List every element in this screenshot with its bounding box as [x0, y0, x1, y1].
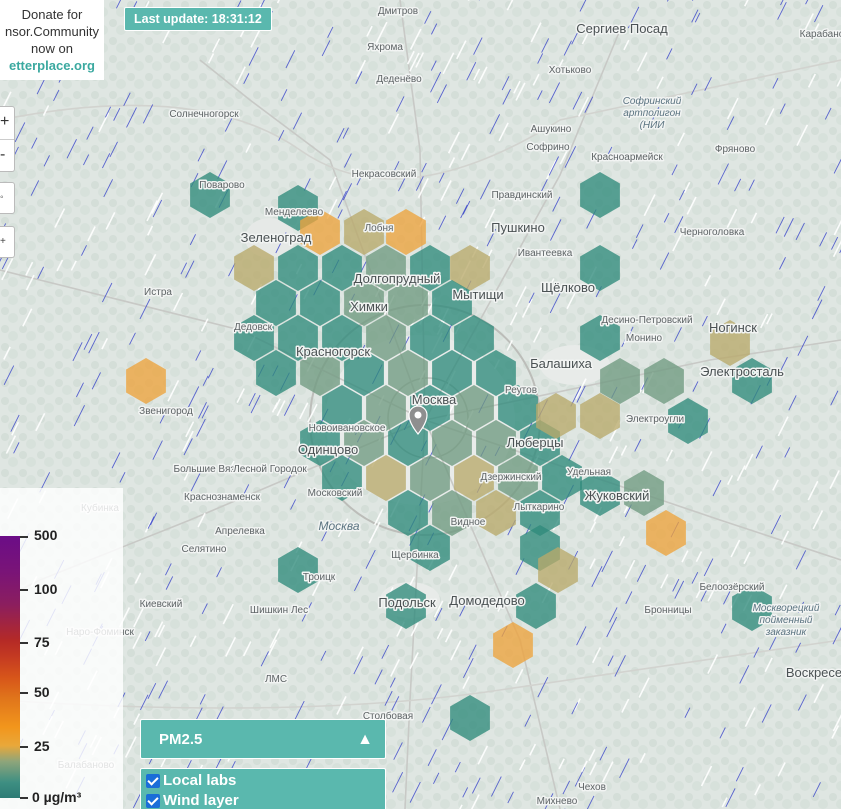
map-label-zvenigorod: Звенигород [139, 406, 193, 417]
legend-tick [20, 589, 28, 591]
donate-line3: now on [31, 41, 73, 56]
map-label-chekhov: Чехов [578, 782, 606, 793]
map-label-lyubertsy: Люберцы [507, 435, 564, 450]
map-label-shishkin-les: Шишкин Лес [250, 605, 308, 616]
legend-color-scale [0, 536, 20, 798]
map-label-khotkovo: Хотьково [549, 65, 592, 76]
map-label-dzerzhinsky: Дзержинский [480, 472, 541, 483]
map-label-podolsk: Подольск [378, 595, 436, 610]
plus-icon: + [0, 236, 6, 247]
legend-label-75: 75 [34, 634, 50, 650]
donate-line2: nsor.Community [5, 24, 99, 39]
map-label-lytkarino: Лыткарино [514, 502, 565, 513]
map-label-kievsky: Киевский [140, 599, 183, 610]
map-label-krasnoznamensk: Краснознаменск [184, 492, 261, 503]
map-label-ivanteevka: Ивантеевка [518, 248, 573, 259]
map-label-lms: ЛМС [265, 674, 287, 685]
map-label-elektrostal: Электросталь [700, 364, 784, 379]
map-label-nekrasovsky: Некрасовский [352, 169, 417, 180]
map-label-monino: Монино [626, 333, 663, 344]
map-label-dolgoprudny: Долгопрудный [354, 271, 441, 286]
map-label-istra: Истра [144, 287, 172, 298]
map-label-voskresensk: Воскресе [786, 665, 841, 680]
map-label-domodedovo: Домодедово [449, 593, 524, 608]
layers-panel: Local labs Wind layer [140, 768, 386, 809]
map-canvas[interactable]: Москва Дмитров Яхрома Деденёво Сергиев Посад… [0, 0, 841, 809]
map-label-dedovsk: Дедовск [234, 322, 273, 333]
map-label-moskovsky: Московский [308, 488, 363, 499]
map-label-aprelevka: Апрелевка [215, 526, 265, 537]
map-label-lobnya: Лобня [365, 222, 394, 234]
map-label-noginsk: Ногинск [709, 320, 757, 335]
legend-tick [20, 746, 28, 748]
zoom-out-button[interactable]: - [0, 139, 14, 172]
map-label-mendeleevo: Менделеево [265, 207, 324, 218]
map-label-mikhnevo: Михнево [537, 796, 578, 807]
map-label-ashukino: Ашукино [531, 124, 572, 135]
layer-local-labs[interactable]: Local labs [146, 771, 385, 791]
map-label-shcherbinka: Щербинка [391, 549, 439, 561]
donate-line1: Donate for [21, 7, 83, 22]
map-label-udelnaya: Удельная [567, 467, 611, 478]
map-label-lesnoy-gorodok: Лесной Городок [233, 464, 307, 475]
map-label-pushkino: Пушкино [491, 220, 545, 235]
map-label-vidnoe: Видное [451, 517, 486, 528]
map-label-balashikha: Балашиха [530, 356, 593, 371]
map-label-karabanovo: Карабано [800, 28, 841, 40]
map-label-zhukovsky: Жуковский [585, 488, 650, 503]
pm-type-value: PM2.5 [159, 731, 203, 748]
map-label-desino: Десино-Петровский [601, 315, 692, 326]
map-label-troitsk: Троицк [303, 572, 336, 583]
legend-tick [20, 797, 28, 799]
legend-tick [20, 536, 28, 538]
map-label-chernogolovka: Черноголовка [680, 227, 745, 238]
map-label-krasnoarmeysk: Красноармейск [591, 152, 663, 163]
map-label-moskva-river: Москва [318, 519, 359, 533]
wind-layer-label: Wind layer [163, 792, 239, 809]
map-label-belozersky: Белоозёрский [699, 582, 764, 593]
map-label-odintsovo: Одинцово [298, 442, 358, 457]
map-label-selyatino: Селятино [182, 544, 227, 555]
map-label-pravdinsky: Правдинский [491, 190, 552, 201]
zoom-in-button[interactable]: + [0, 107, 14, 139]
map-label-fryanovo: Фряново [715, 144, 756, 155]
map-label-shchelkovo: Щёлково [541, 280, 595, 295]
legend-label-100: 100 [34, 581, 58, 597]
legend-tick [20, 692, 28, 694]
map-label-dedenevo: Деденёво [376, 74, 422, 85]
map-label-zelenograd: Зеленоград [241, 230, 312, 245]
legend-label-500: 500 [34, 527, 58, 543]
locate-icon: ◦ [0, 192, 4, 203]
layer-wind[interactable]: Wind layer [146, 791, 385, 809]
legend-label-0-unit: 0 µg/m³ [32, 789, 82, 805]
chevron-up-icon: ▲ [357, 731, 373, 748]
map-label-bronnitsy: Бронницы [644, 605, 691, 616]
map-label-dmitrov: Дмитров [378, 6, 418, 17]
locate-button[interactable]: ◦ [0, 182, 15, 214]
map-label-yakhroma: Яхрома [367, 42, 403, 53]
map-label-mytishchi: Мытищи [452, 287, 503, 302]
map-label-reutov: Реутов [505, 385, 537, 396]
map-label-solnechnogorsk: Солнечногорск [169, 109, 239, 120]
map-label-khimki: Химки [350, 299, 388, 314]
donate-box[interactable]: Donate for nsor.Community now on etterpl… [0, 0, 104, 80]
map-label-elektrougli: Электроугли [626, 414, 684, 425]
zoom-control: + - [0, 106, 15, 172]
legend-label-50: 50 [34, 684, 50, 700]
map-label-novoivanovskoe: Новоивановское [309, 423, 386, 434]
legend-label-25: 25 [34, 738, 50, 754]
pm-type-select[interactable]: PM2.5 ▲ [140, 719, 386, 759]
last-update-badge: Last update: 18:31:12 [124, 7, 272, 31]
map-label-sofrino: Софрино [526, 141, 570, 153]
map-label-sergiev: Сергиев Посад [576, 21, 668, 36]
map-label-moskva: Москва [412, 392, 457, 407]
local-labs-label: Local labs [163, 772, 237, 789]
legend-tick [20, 642, 28, 644]
donate-link[interactable]: etterplace.org [0, 57, 104, 74]
wind-layer-checkbox[interactable] [146, 794, 160, 808]
fullscreen-button[interactable]: + [0, 226, 15, 258]
map-label-krasnogorsk: Красногорск [296, 344, 370, 359]
local-labs-checkbox[interactable] [146, 774, 160, 788]
map-label-povarovo: Поварово [199, 180, 245, 191]
